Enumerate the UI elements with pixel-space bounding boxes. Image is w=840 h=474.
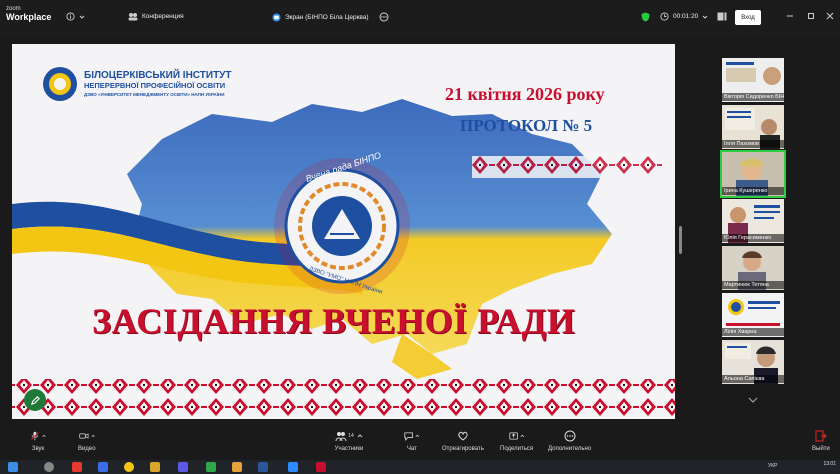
chevron-up-icon[interactable]: [415, 433, 420, 439]
app-store-icon[interactable]: [206, 462, 216, 472]
minimize-icon[interactable]: [786, 12, 794, 20]
annotate-button[interactable]: [24, 389, 46, 411]
chevron-up-icon[interactable]: [91, 433, 95, 439]
search-icon[interactable]: [44, 462, 54, 472]
participant-name: Лілія Хварна: [722, 328, 784, 336]
slide-headline: ЗАСІДАННЯ ВЧЕНОЇ РАДИ: [92, 301, 576, 341]
app-zoom-icon[interactable]: [288, 462, 298, 472]
start-menu-icon[interactable]: [8, 462, 18, 472]
app-word-icon[interactable]: [258, 462, 268, 472]
app-folder-icon[interactable]: [232, 462, 242, 472]
share-indicator[interactable]: Экран (БІНПО Біла Церква): [272, 12, 389, 22]
leave-icon: [815, 430, 827, 442]
pencil-icon: [30, 395, 40, 405]
panel-resize-handle[interactable]: [679, 226, 682, 254]
os-taskbar: УКР 13:01: [0, 460, 840, 474]
meeting-date: 21 квітня 2026 року: [445, 84, 605, 104]
shared-slide: БІЛОЦЕРКІВСЬКИЙ ІНСТИТУТ НЕПЕРЕРВНОЇ ПРО…: [12, 44, 675, 419]
more-button[interactable]: Дополнительно: [548, 429, 591, 452]
leave-button[interactable]: Выйти: [812, 429, 830, 452]
microphone-muted-icon: [31, 431, 39, 441]
meeting-stage: БІЛОЦЕРКІВСЬКИЙ ІНСТИТУТ НЕПЕРЕРВНОЇ ПРО…: [0, 36, 840, 426]
app-opera-icon[interactable]: [72, 462, 82, 472]
share-label: Экран (БІНПО Біла Церква): [285, 13, 369, 21]
security-shield-icon[interactable]: [641, 12, 650, 22]
app-paint-icon[interactable]: [150, 462, 160, 472]
react-button[interactable]: Отреагировать: [442, 429, 484, 452]
meeting-menu[interactable]: Конференция: [128, 12, 184, 21]
close-icon[interactable]: [826, 12, 834, 20]
participant-tile-active-speaker[interactable]: Ірина Кушеренко: [720, 150, 786, 198]
meeting-timer[interactable]: 00:01:20: [660, 12, 708, 21]
meeting-toolbar: Звук Видео 14 Участники Чат Отреагироват…: [0, 426, 840, 460]
participant-name: Ірина Кушеренко: [722, 187, 784, 195]
signin-button[interactable]: Вход: [735, 10, 761, 25]
share-button[interactable]: Поделиться: [500, 429, 533, 452]
participant-tile[interactable]: Юлія Герасименко: [722, 199, 784, 243]
participant-name: Вікторія Сидоренко БІНП...: [722, 93, 784, 101]
clock-icon: [660, 12, 669, 21]
system-clock[interactable]: 13:01: [823, 461, 836, 467]
zoom-logo: zoom Workplace: [6, 6, 51, 22]
react-label: Отреагировать: [442, 446, 484, 452]
chat-bubble-icon: [404, 432, 413, 441]
title-bar: zoom Workplace Конференция Экран (БІНПО …: [0, 0, 840, 36]
app-pdf-icon[interactable]: [316, 462, 326, 472]
audio-button[interactable]: Звук: [30, 429, 46, 452]
participant-name: Ілля Пахомов: [722, 140, 784, 148]
info-icon[interactable]: [66, 12, 85, 21]
leave-label: Выйти: [812, 446, 830, 452]
chevron-up-icon[interactable]: [520, 433, 525, 439]
screen-share-icon: [272, 12, 281, 22]
participants-icon: [335, 432, 347, 442]
maximize-icon[interactable]: [807, 12, 815, 20]
gallery-scroll-down-icon[interactable]: [748, 390, 758, 408]
chevron-down-icon: [702, 15, 708, 19]
video-button[interactable]: Видео: [78, 429, 96, 452]
chevron-up-icon[interactable]: [357, 433, 363, 439]
participant-tile[interactable]: Ілля Пахомов: [722, 105, 784, 149]
more-options-icon[interactable]: [379, 12, 389, 22]
participant-name: Юлія Герасименко: [722, 234, 784, 242]
participant-name: Мартинюк Тетяна: [722, 281, 784, 289]
brand-main-text: Workplace: [6, 12, 52, 22]
video-label: Видео: [78, 446, 96, 452]
chevron-up-icon[interactable]: [42, 433, 46, 439]
heart-icon: [458, 431, 468, 441]
system-tray-lang[interactable]: УКР: [768, 463, 777, 469]
app-files-icon[interactable]: [98, 462, 108, 472]
participant-tile[interactable]: Мартинюк Тетяна: [722, 246, 784, 290]
more-label: Дополнительно: [548, 446, 592, 452]
participant-tile[interactable]: Вікторія Сидоренко БІНП...: [722, 58, 784, 102]
clock-time: 13:01: [823, 461, 836, 467]
share-label: Поделиться: [500, 446, 534, 452]
view-layout-icon[interactable]: [717, 12, 727, 21]
chat-button[interactable]: Чат: [404, 429, 420, 452]
participants-icon: [128, 13, 138, 21]
participants-button[interactable]: 14 Участники: [334, 429, 364, 452]
meeting-label: Конференция: [142, 13, 184, 20]
app-viber-icon[interactable]: [178, 462, 188, 472]
org-name-line2: НЕПЕРЕРВНОЇ ПРОФЕСІЙНОЇ ОСВІТИ: [84, 81, 226, 90]
video-camera-icon: [79, 433, 89, 439]
participant-tile[interactable]: Альона Сапієва: [722, 340, 784, 384]
more-dots-icon: [564, 430, 576, 442]
chat-label: Чат: [407, 446, 417, 452]
protocol-number: ПРОТОКОЛ № 5: [460, 116, 593, 135]
audio-label: Звук: [31, 446, 45, 452]
app-chrome-icon[interactable]: [124, 462, 134, 472]
participant-tile[interactable]: Лілія Хварна: [722, 293, 784, 337]
org-name-line3: ДЗВО «УНІВЕРСИТЕТ МЕНЕДЖМЕНТУ ОСВІТИ» НА…: [84, 92, 225, 97]
participant-name: Альона Сапієва: [722, 375, 784, 383]
participants-label: Участники: [334, 446, 364, 452]
timer-text: 00:01:20: [673, 13, 699, 20]
share-screen-icon: [508, 432, 518, 440]
org-name-line1: БІЛОЦЕРКІВСЬКИЙ ІНСТИТУТ: [84, 70, 232, 81]
participants-count: 14: [348, 433, 354, 439]
